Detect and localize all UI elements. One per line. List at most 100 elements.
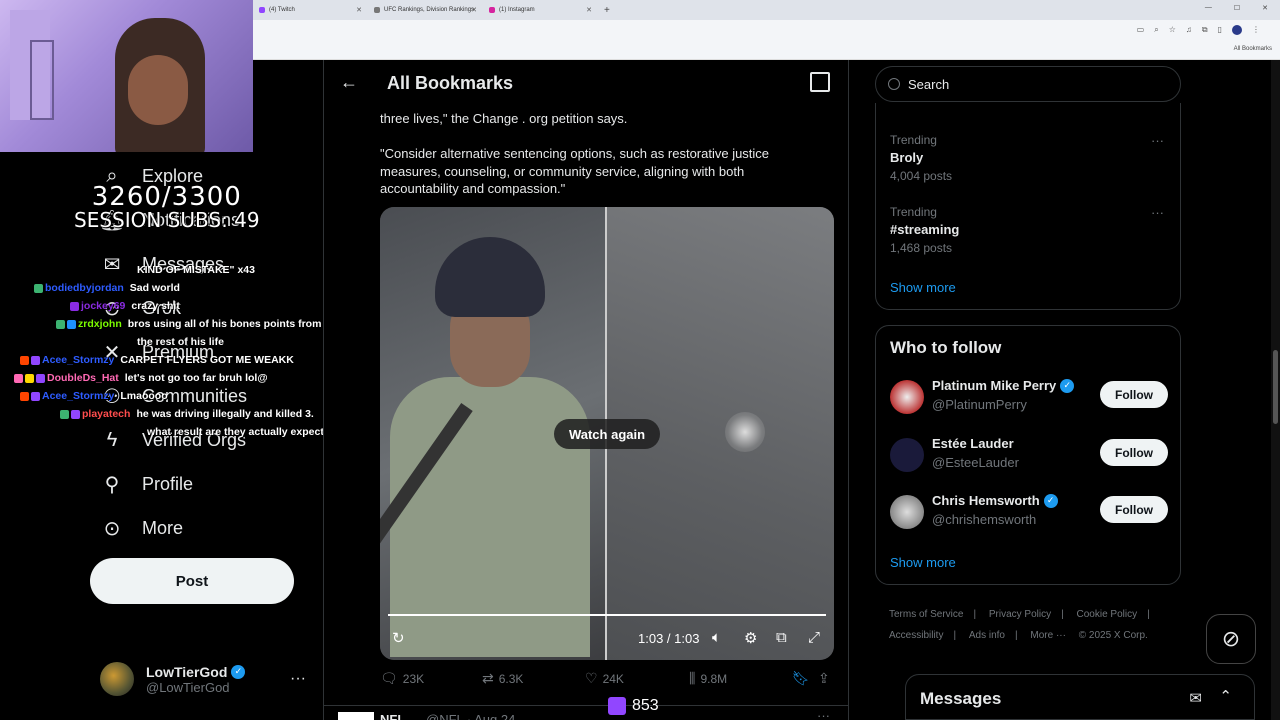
accessibility-link[interactable]: Accessibility: [889, 630, 943, 641]
chat-text: KIND OF MISTAKE" x43: [137, 264, 255, 276]
search-box[interactable]: [875, 66, 1181, 102]
star-icon[interactable]: ☆: [1169, 25, 1176, 35]
ads-info-link[interactable]: Ads info: [969, 630, 1005, 641]
new-message-icon[interactable]: ✉: [1189, 689, 1202, 707]
minimize-icon[interactable]: —: [1205, 4, 1212, 12]
sidebar-item-profile[interactable]: ⚲ Profile: [100, 472, 193, 496]
profile-avatar-icon[interactable]: [1232, 25, 1242, 35]
chat-badge-icon: [36, 373, 45, 383]
expand-chevron-icon[interactable]: ⌃: [1219, 687, 1232, 705]
cookie-link[interactable]: Cookie Policy: [1077, 609, 1138, 620]
suggestion-handle: @EsteeLauder: [932, 455, 1019, 470]
privacy-link[interactable]: Privacy Policy: [989, 609, 1051, 620]
views-button[interactable]: ⫼ 9.8M: [689, 670, 727, 687]
next-tweet[interactable]: NFL @NFL · Aug 24 ···: [324, 705, 848, 720]
picture-in-picture-icon[interactable]: ⧉: [776, 629, 787, 646]
watch-again-button[interactable]: Watch again: [554, 419, 660, 449]
trend-item[interactable]: Trending Broly 4,004 posts: [890, 133, 952, 183]
trend-count: 4,004 posts: [890, 169, 953, 183]
address-bar[interactable]: ▭ ⌕ ☆ ♫ ⧉ ▯ ⋮: [253, 20, 1280, 42]
maximize-icon[interactable]: ☐: [1234, 4, 1240, 12]
mail-icon: ✉: [103, 253, 121, 276]
account-switcher[interactable]: LowTierGod ✓ @LowTierGod: [100, 662, 246, 696]
browser-tab-ufc[interactable]: UFC Rankings, Division Rankings ✕: [368, 0, 483, 20]
webcam-shelf: [30, 40, 54, 120]
follow-button[interactable]: Follow: [1100, 381, 1168, 408]
trend-name: #streaming: [890, 222, 960, 237]
share-button[interactable]: ⇪: [818, 670, 830, 687]
fullscreen-icon[interactable]: ⤢: [808, 629, 820, 646]
close-tab-icon[interactable]: ✕: [356, 6, 362, 14]
close-tab-icon[interactable]: ✕: [471, 6, 477, 14]
chat-message: KIND OF MISTAKE" x43: [137, 264, 255, 276]
replay-icon[interactable]: ↻: [392, 629, 405, 647]
copyright: © 2025 X Corp.: [1078, 630, 1148, 641]
search-input[interactable]: [908, 76, 1158, 92]
page-title: All Bookmarks: [387, 73, 514, 93]
sidebar-item-label: Profile: [142, 473, 194, 494]
chat-text: the rest of his life: [137, 336, 224, 348]
account-handle: @LowTierGod: [146, 679, 230, 695]
suggestion-handle: @chrishemsworth: [932, 512, 1037, 527]
trends-panel: Trending Broly 4,004 posts ··· Trending …: [875, 103, 1181, 310]
chat-text: Lmaoooo: [120, 390, 168, 402]
video-player[interactable]: Watch again ↻ 1:03 / 1:03 🔈︎ ⚙ ⧉ ⤢: [380, 207, 834, 660]
verified-badge-icon: ✓: [1060, 378, 1075, 393]
tweet-more-icon[interactable]: ···: [817, 708, 830, 720]
follow-button[interactable]: Follow: [1100, 439, 1168, 466]
trend-more-icon[interactable]: ···: [1151, 205, 1164, 220]
chat-badge-icon: [67, 319, 76, 329]
menu-icon[interactable]: ⋮: [1252, 25, 1260, 35]
browser-tab-instagram[interactable]: (1) Instagram ✕: [483, 0, 598, 20]
account-more-icon[interactable]: ···: [290, 670, 306, 688]
bookmark-folder-add-icon[interactable]: [810, 72, 830, 92]
sidepanel-icon[interactable]: ▯: [1218, 25, 1222, 35]
avatar: [100, 662, 134, 696]
browser-tab-twitch[interactable]: (4) Twitch ✕: [253, 0, 368, 20]
follow-suggestion[interactable]: Chris Hemsworth ✓ @chrishemsworth Follow: [890, 493, 1170, 533]
follow-button[interactable]: Follow: [1100, 496, 1168, 523]
who-to-follow-title: Who to follow: [890, 338, 1002, 357]
repost-button[interactable]: ⇄ 6.3K: [482, 670, 523, 687]
follow-suggestion[interactable]: Estée Lauder @EsteeLauder Follow: [890, 436, 1170, 476]
trend-more-icon[interactable]: ···: [1151, 133, 1164, 148]
messages-drawer[interactable]: Messages ✉ ⌃: [905, 674, 1255, 720]
video-progress-bar[interactable]: [388, 614, 826, 616]
chat-text: crazy shit: [131, 300, 180, 312]
repost-icon: ⇄: [482, 670, 494, 686]
trend-count: 1,468 posts: [890, 241, 953, 255]
follow-show-more-link[interactable]: Show more: [890, 555, 956, 570]
sidebar-item-more[interactable]: ⊙ More: [100, 516, 183, 540]
avatar: [890, 438, 924, 472]
footer-more-link[interactable]: More ···: [1030, 630, 1066, 641]
follow-suggestion[interactable]: Platinum Mike Perry ✓ @PlatinumPerry Foll…: [890, 378, 1170, 418]
install-icon[interactable]: ▭: [1137, 25, 1145, 35]
chat-username: jockey69: [81, 300, 126, 312]
chat-message: DoubleDs_Hat let's not go too far bruh lo…: [14, 372, 268, 384]
extensions-icon[interactable]: ⧉: [1202, 25, 1208, 35]
chat-message: what result are they actually expecting: [147, 426, 340, 438]
post-button[interactable]: Post: [90, 558, 294, 604]
all-bookmarks-folder[interactable]: All Bookmarks: [1234, 46, 1272, 52]
page-scrollbar[interactable]: [1271, 60, 1280, 720]
chat-username: DoubleDs_Hat: [47, 372, 119, 384]
close-window-icon[interactable]: ✕: [1262, 4, 1268, 12]
trend-item[interactable]: Trending #streaming 1,468 posts: [890, 205, 959, 255]
scrollbar-thumb[interactable]: [1273, 350, 1278, 424]
next-tweet-handle: @NFL · Aug 24: [426, 712, 516, 720]
media-icon[interactable]: ♫: [1186, 25, 1192, 35]
zoom-icon[interactable]: ⌕: [1154, 25, 1158, 35]
close-tab-icon[interactable]: ✕: [586, 6, 592, 14]
bookmark-button[interactable]: 🔖︎: [792, 670, 810, 687]
new-tab-button[interactable]: +: [604, 5, 610, 16]
volume-icon[interactable]: 🔈︎: [712, 629, 721, 646]
sub-goal-overlay: 3260/3300 SESSION SUBS: 49: [74, 182, 260, 232]
settings-gear-icon[interactable]: ⚙: [744, 629, 757, 647]
terms-link[interactable]: Terms of Service: [889, 609, 963, 620]
messages-drawer-title: Messages: [920, 689, 1002, 708]
back-arrow-icon[interactable]: ←: [340, 72, 358, 93]
grok-button[interactable]: ⊘: [1206, 614, 1256, 664]
trends-show-more-link[interactable]: Show more: [890, 280, 956, 295]
reply-button[interactable]: 🗨︎ 23K: [380, 670, 424, 687]
like-button[interactable]: ♡ 24K: [585, 670, 624, 687]
